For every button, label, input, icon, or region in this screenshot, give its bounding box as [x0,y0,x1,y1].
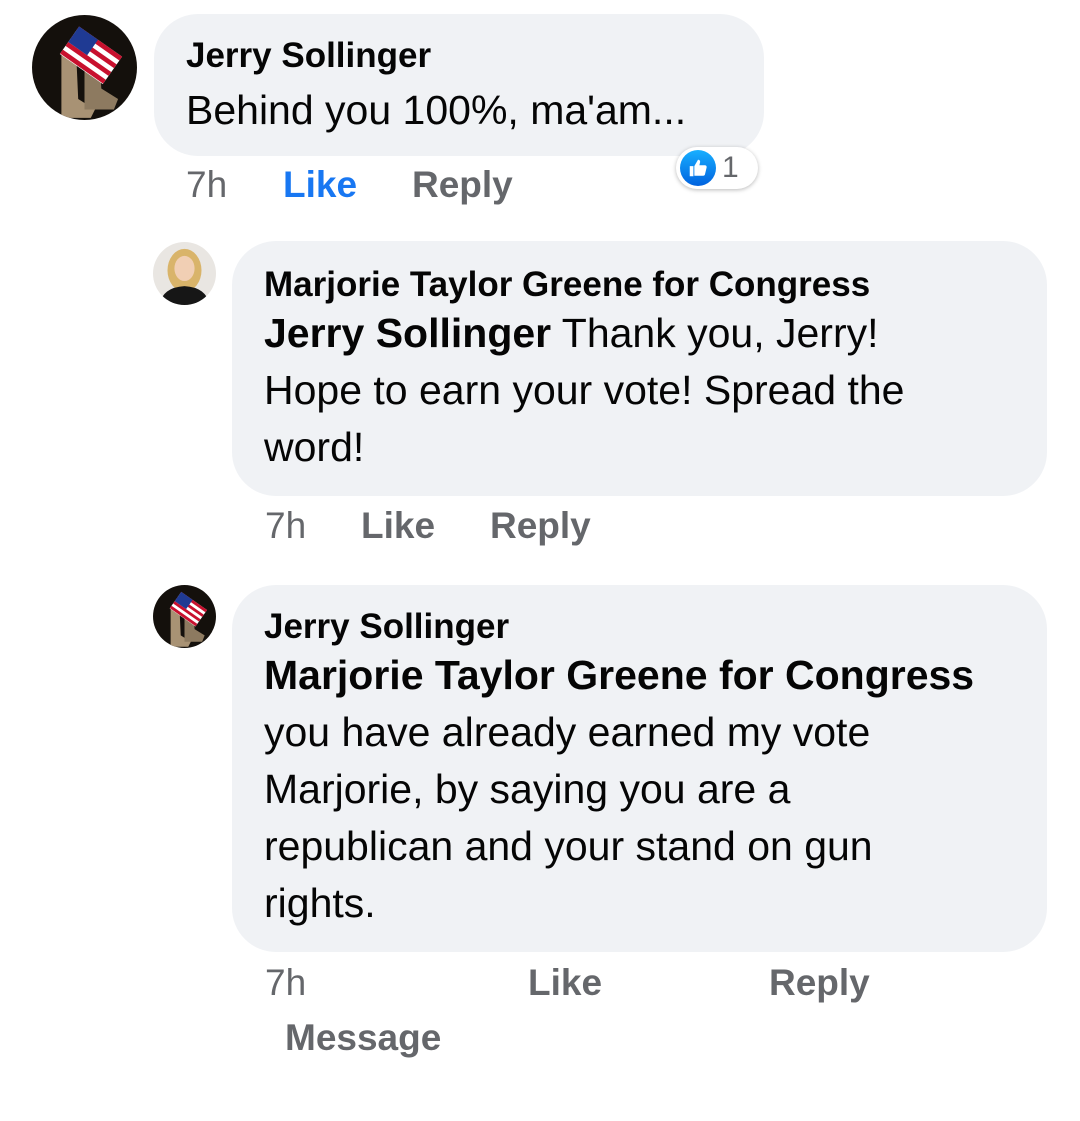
message-button[interactable]: Message [285,1017,441,1059]
comment-bubble: Jerry Sollinger Behind you 100%, ma'am..… [154,14,764,156]
reply-bubble: Marjorie Taylor Greene for Congress Jerr… [232,241,1047,496]
comment-author[interactable]: Marjorie Taylor Greene for Congress [264,265,1017,305]
like-button[interactable]: Like [528,962,602,1004]
text-line: Thank you, Jerry! [551,310,879,356]
text-line: Marjorie, by saying you are a [264,766,791,812]
reply-button[interactable]: Reply [412,164,513,206]
comment-text: Jerry Sollinger Thank you, Jerry! Hope t… [264,305,1017,476]
like-button[interactable]: Like [283,164,357,206]
comment-text: Marjorie Taylor Greene for Congress you … [264,647,1017,932]
text-line: republican and your stand on gun [264,823,873,869]
mention-link[interactable]: Marjorie Taylor Greene for Congress [264,647,1017,704]
text-line: Hope to earn your vote! Spread the [264,367,905,413]
reply-button[interactable]: Reply [769,962,870,1004]
text-line: word! [264,424,365,470]
text-line: rights. [264,880,376,926]
comment-timestamp[interactable]: 7h [186,164,227,206]
comment-timestamp[interactable]: 7h [265,962,306,1004]
avatar-marjorie-taylor-greene[interactable] [153,242,216,305]
flag-boots-avatar-icon [153,585,216,648]
avatar-jerry-sollinger[interactable] [153,585,216,648]
like-button[interactable]: Like [361,505,435,547]
reply-button[interactable]: Reply [490,505,591,547]
reply-bubble: Jerry Sollinger Marjorie Taylor Greene f… [232,585,1047,952]
comment-timestamp[interactable]: 7h [265,505,306,547]
comment-actions: 7h Like Reply [0,164,1080,214]
reply-actions: 7h Like Reply [0,505,1080,555]
reply-actions: 7h Like Reply Message [0,962,1080,1072]
comment-text: Behind you 100%, ma'am... [186,87,687,133]
text-line: you have already earned my vote [264,709,871,755]
mention-link[interactable]: Jerry Sollinger [264,310,551,356]
flag-boots-avatar-icon [32,15,137,120]
comment-author[interactable]: Jerry Sollinger [264,607,1017,647]
avatar-jerry-sollinger[interactable] [32,15,137,120]
profile-photo-icon [153,242,216,305]
comment-author[interactable]: Jerry Sollinger [186,36,734,76]
